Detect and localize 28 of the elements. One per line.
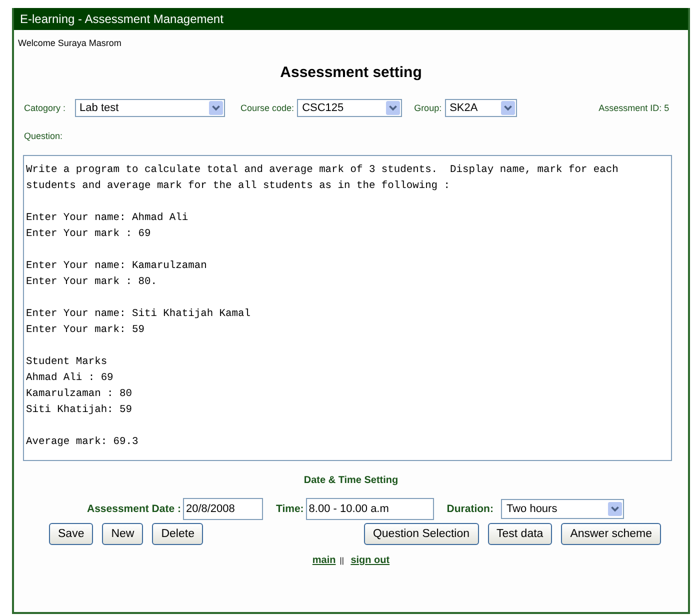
assessment-id: Assessment ID: 5 xyxy=(598,103,670,113)
field-label: Duration: xyxy=(446,503,494,515)
date-field[interactable]: 20/8/2008 xyxy=(182,498,263,520)
action-button[interactable]: Question Selection xyxy=(364,523,479,545)
action-button[interactable]: Test data xyxy=(488,523,552,545)
action-button[interactable]: Save xyxy=(49,523,94,545)
field-label: Time: xyxy=(276,503,304,515)
link-separator: || xyxy=(340,556,344,565)
window-title: E-learning - Assessment Management xyxy=(20,12,224,26)
dropdown[interactable]: Two hours xyxy=(501,499,624,519)
action-button[interactable]: Answer scheme xyxy=(561,523,661,545)
nav-link[interactable]: sign out xyxy=(350,555,390,566)
dropdown[interactable]: SK2A xyxy=(444,99,517,117)
field-label: Course code: xyxy=(240,103,294,113)
dropdown[interactable]: CSC125 xyxy=(297,99,402,117)
action-button[interactable]: Delete xyxy=(152,523,204,545)
question-text-area[interactable]: Write a program to calculate total and average mark of 3 students. Display name, mark for each students and average mark for the all students as in the following : Enter Your name: Ahmad Ali Enter Your mark : 69 Enter Your name: Kamarulzaman Enter Your mark : 80. Enter Your name: Siti Khatijah Kamal Enter Your mark: 59 Student Marks Ahmad Ali : 69 Kamarulzaman : 80 Siti Khatijah: 59 Average mark: 69.3 xyxy=(23,155,672,461)
field-label: Question: xyxy=(24,131,64,141)
nav-link[interactable]: main xyxy=(312,555,336,566)
time-field[interactable]: 8.00 - 10.00 a.m xyxy=(306,498,434,520)
section-heading: Date & Time Setting xyxy=(302,475,400,486)
field-label: Group: xyxy=(414,103,442,113)
welcome-text: Welcome Suraya Masrom xyxy=(17,37,122,48)
dropdown[interactable]: Lab test xyxy=(74,99,225,117)
field-label: Assessment Date : xyxy=(87,503,181,515)
page-heading: Assessment setting xyxy=(279,64,423,81)
field-label: Catogory : xyxy=(24,103,66,113)
action-button[interactable]: New xyxy=(102,523,144,545)
